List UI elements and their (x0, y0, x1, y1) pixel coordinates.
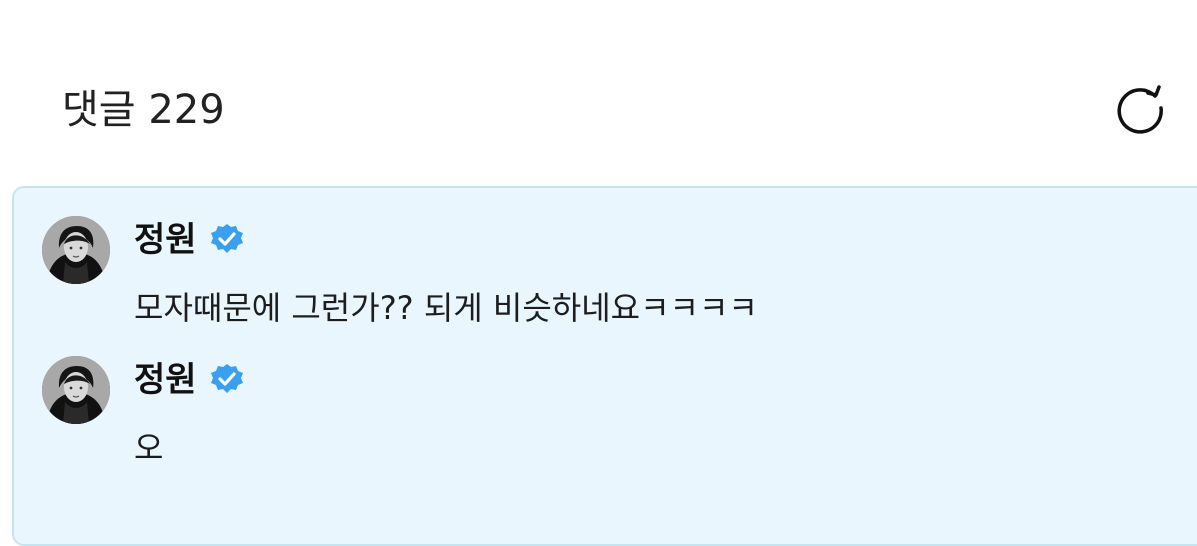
avatar[interactable] (42, 356, 110, 424)
refresh-icon (1117, 85, 1163, 134)
avatar[interactable] (42, 216, 110, 284)
comment-text: 모자때문에 그런가?? 되게 비슷하네요ㅋㅋㅋㅋ (134, 289, 758, 327)
author-name[interactable]: 정원 (134, 218, 197, 262)
comment-text: 오 (134, 429, 164, 467)
verified-badge-icon (209, 222, 245, 258)
comment-count-title: 댓글 229 (62, 87, 225, 133)
author-row: 정원 (134, 216, 245, 264)
refresh-button[interactable] (1108, 80, 1172, 144)
comment-thread: 정원 모자때문에 그런가?? 되게 비슷하네요ㅋㅋㅋㅋ 정원 오 (12, 186, 1197, 546)
author-row: 정원 (134, 356, 245, 404)
verified-badge-icon (209, 362, 245, 398)
author-name[interactable]: 정원 (134, 358, 197, 402)
comments-header: 댓글 229 (0, 0, 1197, 180)
